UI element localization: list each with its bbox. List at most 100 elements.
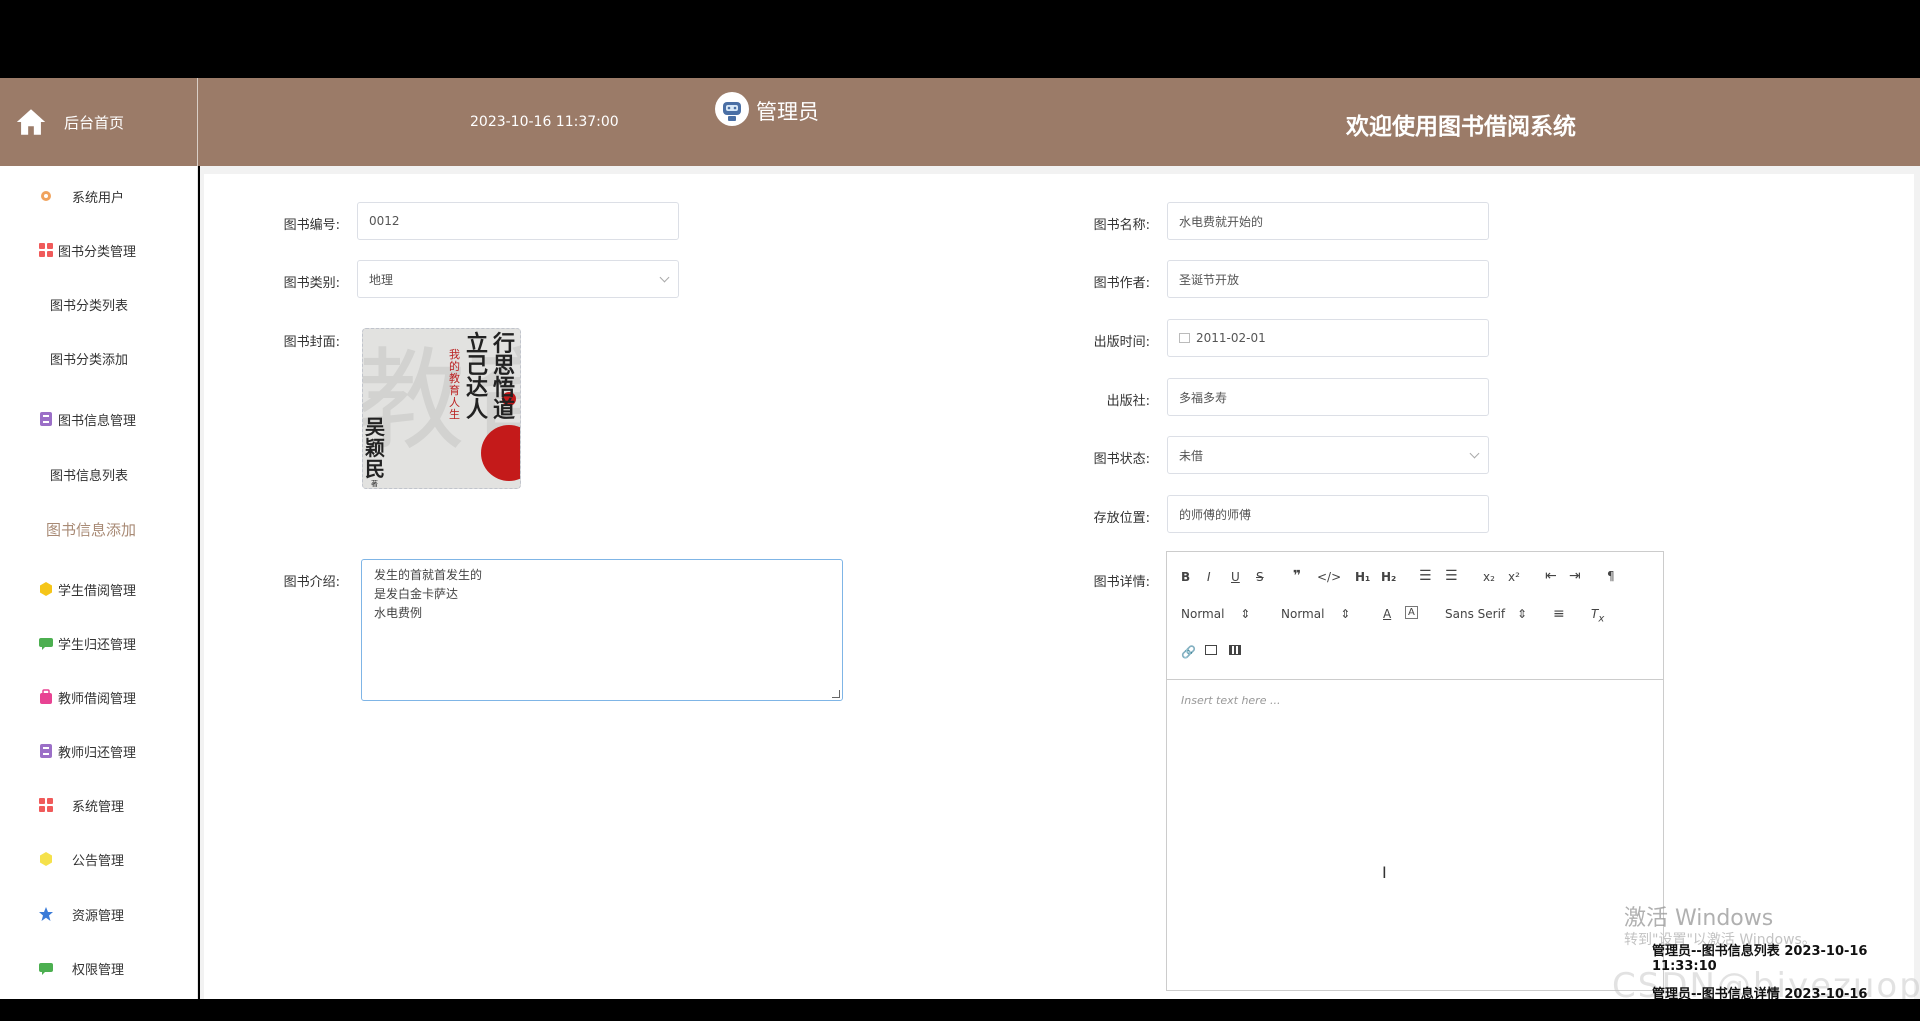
cover-label: 图书封面: <box>283 335 340 350</box>
chat-icon <box>38 960 54 976</box>
background-color-icon[interactable]: A <box>1405 606 1418 619</box>
book-cover-image[interactable]: 教育 行思悟道 立己达人 我的教育人生 吴颖民 著 <box>362 328 521 489</box>
status-select[interactable]: 未借 <box>1167 436 1489 474</box>
size-select[interactable]: Normal ⇕ <box>1281 607 1350 621</box>
sidebar-label: 公告管理 <box>72 853 125 869</box>
sidebar-label: 系统用户 <box>72 190 125 206</box>
sidebar-item-student-return[interactable]: 学生归还管理 <box>0 623 198 663</box>
sidebar-item-category-manage[interactable]: 图书分类管理 <box>0 230 198 270</box>
underline-icon[interactable]: U <box>1231 570 1240 584</box>
sidebar-label: 系统管理 <box>72 799 125 815</box>
clear-format-icon[interactable]: Tx <box>1591 607 1604 624</box>
align-icon[interactable]: ≡ <box>1553 606 1565 622</box>
sidebar-label: 图书信息管理 <box>58 413 137 429</box>
author-input[interactable]: 圣诞节开放 <box>1167 260 1489 298</box>
select-value: 未借 <box>1179 448 1204 463</box>
sidebar-item-book-add[interactable]: 图书信息添加 <box>0 509 198 549</box>
top-black-bar <box>0 0 1920 78</box>
sidebar-item-student-borrow[interactable]: 学生借阅管理 <box>0 569 198 609</box>
h2-icon[interactable]: H₂ <box>1381 570 1396 584</box>
calendar-icon <box>1179 333 1190 343</box>
sidebar-item-teacher-return[interactable]: 教师归还管理 <box>0 731 198 771</box>
strike-icon[interactable]: S <box>1256 570 1264 584</box>
category-select[interactable]: 地理 <box>357 260 679 298</box>
blockquote-icon[interactable]: ❞ <box>1293 568 1301 584</box>
location-label: 存放位置: <box>1093 511 1150 526</box>
font-color-icon[interactable]: A <box>1383 607 1391 621</box>
home-link[interactable]: 后台首页 <box>0 78 198 166</box>
indent-icon[interactable]: ⇥ <box>1569 568 1581 584</box>
app-header: 后台首页 2023-10-16 11:37:00 管理员 欢迎使用图书借阅系统 <box>0 78 1920 166</box>
intro-textarea[interactable]: 发生的首就首发生的 是发白金卡萨达 水电费例 <box>361 559 843 701</box>
sidebar-item-notice-manage[interactable]: 公告管理 <box>0 839 198 879</box>
book-no-input[interactable]: 0012 <box>357 202 679 240</box>
image-icon[interactable] <box>1205 645 1217 655</box>
rich-text-editor: B I U S ❞ </> H₁ H₂ ☰ ☰ x₂ x² ⇤ ⇥ ¶ Norm… <box>1166 551 1664 991</box>
h1-icon[interactable]: H₁ <box>1355 570 1370 584</box>
code-icon[interactable]: </> <box>1317 570 1341 584</box>
rtl-icon[interactable]: ¶ <box>1607 569 1615 583</box>
sidebar-label: 图书信息添加 <box>46 520 137 539</box>
resize-handle-icon[interactable] <box>832 690 840 698</box>
hexagon-icon <box>38 581 54 597</box>
sidebar-item-category-add[interactable]: 图书分类添加 <box>0 338 198 378</box>
link-icon[interactable]: 🔗 <box>1181 645 1196 659</box>
grid-icon <box>38 242 54 258</box>
editor-toolbar: B I U S ❞ </> H₁ H₂ ☰ ☰ x₂ x² ⇤ ⇥ ¶ Norm… <box>1167 552 1663 680</box>
sidebar-label: 图书分类列表 <box>50 298 129 314</box>
sidebar-item-resource-manage[interactable]: 资源管理 <box>0 894 198 934</box>
book-name-input[interactable]: 水电费就开始的 <box>1167 202 1489 240</box>
italic-icon[interactable]: I <box>1207 570 1211 584</box>
video-icon[interactable] <box>1229 645 1241 655</box>
bullet-list-icon[interactable]: ☰ <box>1445 568 1458 584</box>
chat-icon <box>38 635 54 651</box>
publisher-label: 出版社: <box>1106 394 1150 409</box>
cover-author-suffix: 著 <box>371 480 378 488</box>
outdent-icon[interactable]: ⇤ <box>1545 568 1557 584</box>
header-select[interactable]: Normal ⇕ <box>1181 607 1250 621</box>
superscript-icon[interactable]: x² <box>1508 570 1520 584</box>
sidebar-item-category-list[interactable]: 图书分类列表 <box>0 284 198 324</box>
sidebar-item-book-manage[interactable]: 图书信息管理 <box>0 399 198 439</box>
input-value: 0012 <box>369 214 400 228</box>
input-value: 水电费就开始的 <box>1179 214 1264 229</box>
location-input[interactable]: 的师傅的师傅 <box>1167 495 1489 533</box>
pubdate-picker[interactable]: 2011-02-01 <box>1167 319 1489 357</box>
windows-watermark: 激活 Windows <box>1624 906 1774 931</box>
sidebar-item-teacher-borrow[interactable]: 教师借阅管理 <box>0 677 198 717</box>
input-value: 的师傅的师傅 <box>1179 507 1252 522</box>
robot-avatar-icon[interactable] <box>715 92 749 126</box>
sidebar-item-system-users[interactable]: 系统用户 <box>0 176 198 216</box>
subscript-icon[interactable]: x₂ <box>1483 570 1495 584</box>
sidebar: 系统用户 图书分类管理 图书分类列表 图书分类添加 图书信息管理 图书信息列表 … <box>0 166 198 999</box>
font-select[interactable]: Sans Serif ⇕ <box>1445 607 1527 621</box>
sidebar-label: 学生归还管理 <box>58 637 137 653</box>
main-content: 图书编号: 0012 图书类别: 地理 图书封面: 教育 行思悟道 立己达人 我… <box>200 166 1920 999</box>
sidebar-item-permission-manage[interactable]: 权限管理 <box>0 948 198 988</box>
name-label: 图书名称: <box>1093 218 1150 233</box>
sidebar-item-book-list[interactable]: 图书信息列表 <box>0 454 198 494</box>
intro-line: 发生的首就首发生的 <box>374 568 483 582</box>
detail-label: 图书详情: <box>1093 575 1150 590</box>
hexagon-icon <box>38 851 54 867</box>
grid-icon <box>38 797 54 813</box>
bold-icon[interactable]: B <box>1181 570 1190 584</box>
user-role[interactable]: 管理员 <box>756 96 819 126</box>
updown-icon: ⇕ <box>1240 607 1251 621</box>
home-icon <box>16 109 46 135</box>
welcome-title: 欢迎使用图书借阅系统 <box>1346 114 1576 140</box>
sidebar-item-system-manage[interactable]: 系统管理 <box>0 785 198 825</box>
sidebar-label: 教师借阅管理 <box>58 691 137 707</box>
book-no-label: 图书编号: <box>283 218 340 233</box>
select-value: 地理 <box>369 272 394 287</box>
bag-icon <box>38 689 54 705</box>
current-datetime: 2023-10-16 11:37:00 <box>470 114 619 130</box>
star-icon <box>38 906 54 922</box>
intro-label: 图书介绍: <box>283 575 340 590</box>
editor-placeholder[interactable]: Insert text here ... <box>1181 694 1280 707</box>
publisher-input[interactable]: 多福多寿 <box>1167 378 1489 416</box>
ordered-list-icon[interactable]: ☰ <box>1419 568 1432 584</box>
text-cursor-icon: I <box>1382 863 1387 882</box>
sidebar-label: 图书信息列表 <box>50 468 129 484</box>
intro-line: 水电费例 <box>374 606 423 620</box>
